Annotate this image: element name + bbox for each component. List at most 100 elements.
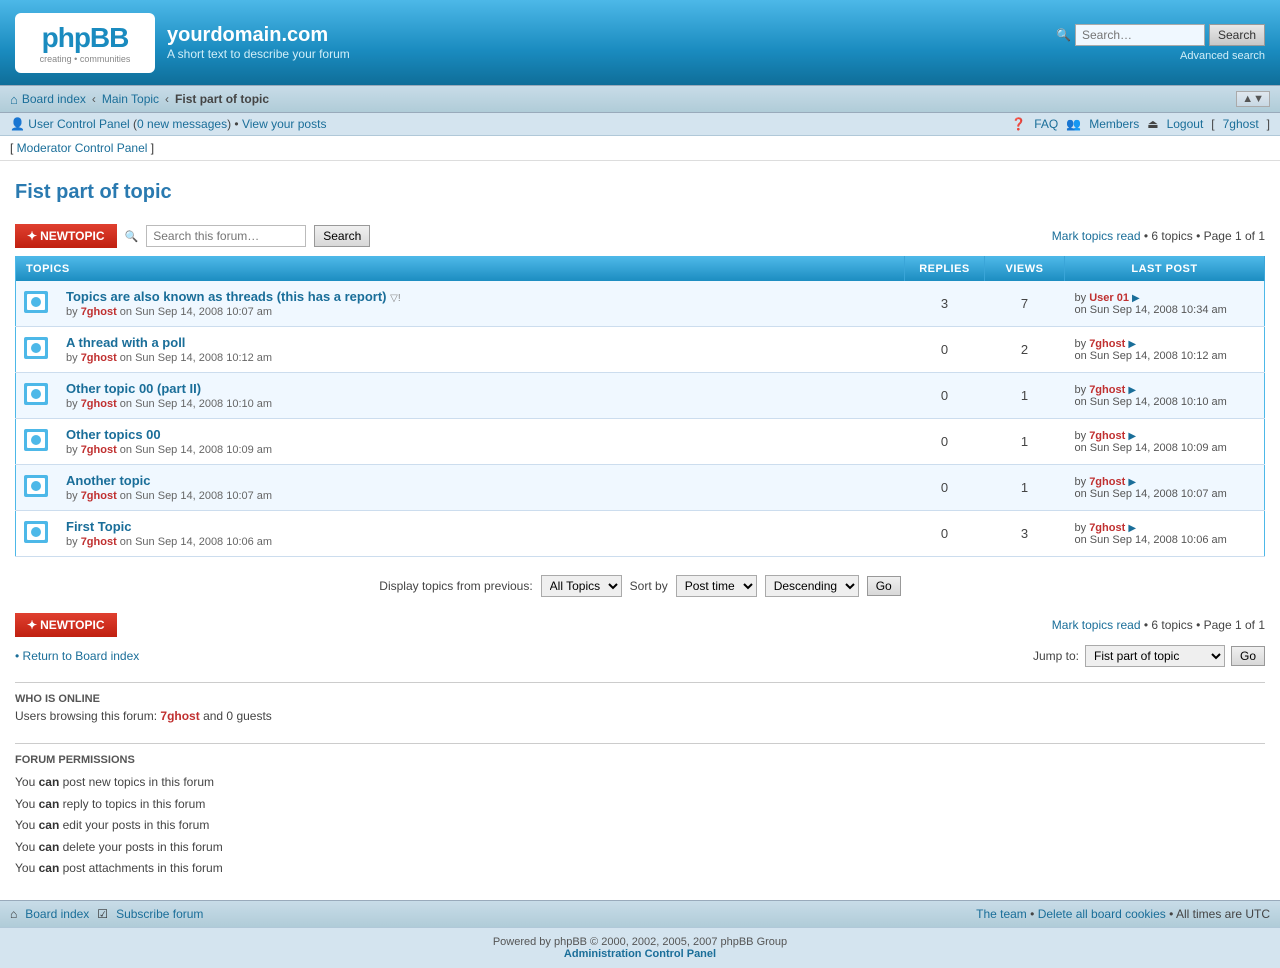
last-post-author[interactable]: 7ghost	[1089, 384, 1125, 396]
user-bar: 👤 User Control Panel (0 new messages) • …	[0, 113, 1280, 136]
topic-icon-cell	[16, 465, 57, 511]
last-post-author[interactable]: 7ghost	[1089, 476, 1125, 488]
mark-read-link-bottom[interactable]: Mark topics read	[1052, 618, 1141, 632]
mod-bar: [ Moderator Control Panel ]	[0, 136, 1280, 161]
permission-can: can	[39, 818, 60, 832]
search-forum-input[interactable]	[146, 225, 306, 247]
footer-home-icon: ⌂	[10, 907, 17, 921]
mod-panel-link[interactable]: Moderator Control Panel	[17, 141, 148, 155]
page-title: Fist part of topic	[15, 181, 1265, 209]
search-area: 🔍 Search Advanced search	[1056, 24, 1265, 62]
last-post-icon: ▶	[1128, 385, 1136, 396]
search-icon: 🔍	[1056, 28, 1071, 42]
who-online-suffix: and 0 guests	[203, 709, 272, 723]
collapse-button[interactable]: ▲▼	[1236, 91, 1270, 107]
topic-title[interactable]: Other topic 00 (part II)	[66, 381, 201, 396]
new-topic-button-bottom[interactable]: ✦ NEWTOPIC	[15, 613, 117, 637]
topic-author[interactable]: 7ghost	[81, 444, 117, 456]
permission-item: You can post attachments in this forum	[15, 858, 1265, 880]
return-link[interactable]: • Return to Board index	[15, 649, 139, 663]
advanced-search-link[interactable]: Advanced search	[1180, 50, 1265, 62]
topic-info-cell: Other topic 00 (part II) by 7ghost on Su…	[56, 373, 905, 419]
topic-meta: by 7ghost on Sun Sep 14, 2008 10:12 am	[66, 352, 895, 364]
footer-nav: ⌂ Board index ☑ Subscribe forum The team…	[0, 900, 1280, 927]
topic-title[interactable]: First Topic	[66, 519, 131, 534]
permission-can: can	[39, 797, 60, 811]
footer-subscribe-link[interactable]: Subscribe forum	[116, 907, 203, 921]
permission-item: You can reply to topics in this forum	[15, 794, 1265, 816]
views-header: VIEWS	[985, 257, 1065, 282]
last-post-author[interactable]: User 01	[1089, 292, 1129, 304]
header: phpBB creating • communities yourdomain.…	[0, 0, 1280, 85]
permission-can: can	[39, 840, 60, 854]
topic-author[interactable]: 7ghost	[81, 306, 117, 318]
breadcrumb-board-index[interactable]: Board index	[22, 92, 86, 106]
replies-cell: 0	[905, 465, 985, 511]
footer-board-index-link[interactable]: Board index	[25, 907, 89, 921]
permission-item: You can delete your posts in this forum	[15, 837, 1265, 859]
topics-header: TOPICS	[16, 257, 905, 282]
views-cell: 2	[985, 327, 1065, 373]
topic-meta: by 7ghost on Sun Sep 14, 2008 10:07 am	[66, 306, 895, 318]
faq-icon: ❓	[1011, 117, 1026, 131]
username-link[interactable]: 7ghost	[1223, 117, 1259, 131]
members-link[interactable]: Members	[1089, 117, 1139, 131]
members-icon: 👥	[1066, 117, 1081, 131]
views-cell: 1	[985, 465, 1065, 511]
search-input[interactable]	[1075, 24, 1205, 46]
table-row: A thread with a poll by 7ghost on Sun Se…	[16, 327, 1265, 373]
jump-area: Jump to: Fist part of topic Board index …	[1033, 645, 1265, 667]
go-button[interactable]: Go	[867, 576, 901, 596]
user-bar-right: ❓ FAQ 👥 Members ⏏ Logout [ 7ghost ]	[1011, 117, 1270, 131]
search-forum-button[interactable]: Search	[314, 225, 370, 247]
lastpost-cell: by 7ghost ▶on Sun Sep 14, 2008 10:12 am	[1065, 327, 1265, 373]
topic-author[interactable]: 7ghost	[81, 352, 117, 364]
search-button[interactable]: Search	[1209, 24, 1265, 46]
return-jump: • Return to Board index Jump to: Fist pa…	[15, 645, 1265, 667]
topic-title[interactable]: Another topic	[66, 473, 151, 488]
topic-icon	[24, 291, 48, 313]
view-posts-link[interactable]: View your posts	[242, 117, 327, 131]
topic-title[interactable]: Topics are also known as threads (this h…	[66, 289, 387, 304]
jump-select[interactable]: Fist part of topic Board index Main Topi…	[1085, 645, 1225, 667]
topic-title[interactable]: Other topics 00	[66, 427, 161, 442]
topic-icon-cell	[16, 327, 57, 373]
topic-info-cell: Topics are also known as threads (this h…	[56, 281, 905, 327]
order-select[interactable]: Descending Ascending	[765, 575, 859, 597]
new-messages-link[interactable]: 0 new messages	[137, 117, 227, 131]
team-link[interactable]: The team	[976, 907, 1027, 921]
topic-author[interactable]: 7ghost	[81, 398, 117, 410]
toolbar: ✦ NEWTOPIC 🔍 Search Mark topics read • 6…	[15, 224, 1265, 248]
mark-read-link[interactable]: Mark topics read	[1052, 229, 1141, 243]
who-online-user[interactable]: 7ghost	[160, 709, 199, 723]
topic-author[interactable]: 7ghost	[81, 490, 117, 502]
topic-icon	[24, 383, 48, 405]
who-online-title: WHO IS ONLINE	[15, 693, 1265, 705]
faq-link[interactable]: FAQ	[1034, 117, 1058, 131]
new-topic-button[interactable]: ✦ NEWTOPIC	[15, 224, 117, 248]
last-post-author[interactable]: 7ghost	[1089, 522, 1125, 534]
delete-cookies-link[interactable]: Delete all board cookies	[1038, 907, 1166, 921]
sort-select[interactable]: Post time Subject Author Replies Views	[676, 575, 757, 597]
jump-go-button[interactable]: Go	[1231, 646, 1265, 666]
last-post-author[interactable]: 7ghost	[1089, 430, 1125, 442]
replies-cell: 0	[905, 327, 985, 373]
logout-link[interactable]: Logout	[1167, 117, 1204, 131]
admin-panel-link[interactable]: Administration Control Panel	[564, 948, 716, 960]
breadcrumb-main-topic[interactable]: Main Topic	[102, 92, 159, 106]
lastpost-header: LAST POST	[1065, 257, 1265, 282]
last-post-icon: ▶	[1128, 339, 1136, 350]
topics-filter-select[interactable]: All Topics 1 day 7 days 2 weeks 1 month …	[541, 575, 622, 597]
topic-icon-cell	[16, 281, 57, 327]
breadcrumb-current: Fist part of topic	[175, 92, 269, 106]
last-post-author[interactable]: 7ghost	[1089, 338, 1125, 350]
site-domain: yourdomain.com	[167, 24, 350, 47]
views-cell: 1	[985, 373, 1065, 419]
page-info: Page 1 of 1	[1204, 229, 1265, 243]
logo-area: phpBB creating • communities yourdomain.…	[15, 13, 350, 73]
ucp-link[interactable]: User Control Panel	[28, 117, 129, 131]
last-post-icon: ▶	[1128, 431, 1136, 442]
topic-author[interactable]: 7ghost	[81, 536, 117, 548]
topic-title[interactable]: A thread with a poll	[66, 335, 185, 350]
bottom-footer: Powered by phpBB © 2000, 2002, 2005, 200…	[0, 927, 1280, 968]
